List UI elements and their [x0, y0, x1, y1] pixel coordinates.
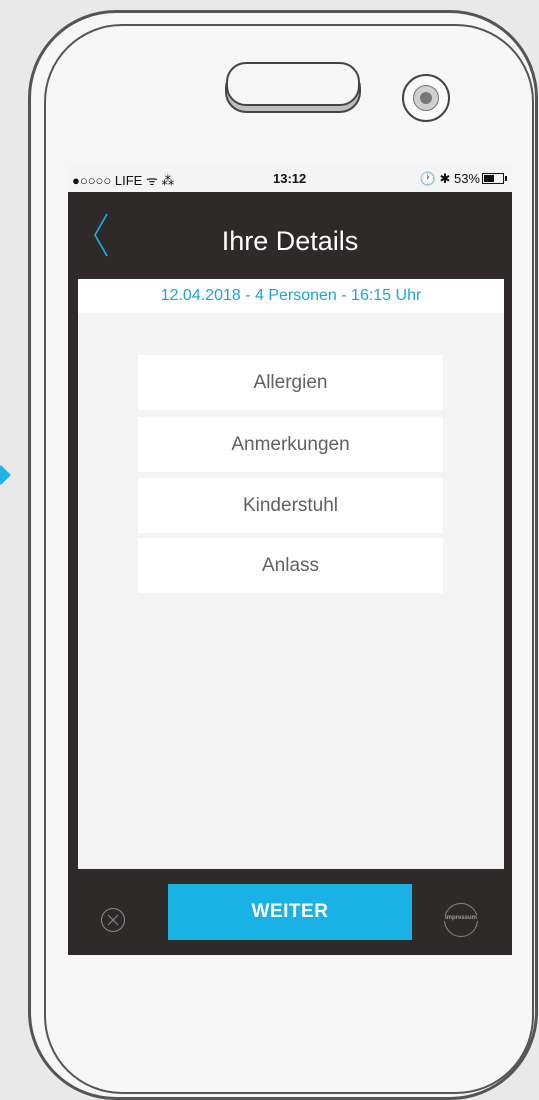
phone-speaker: [226, 62, 360, 106]
side-arrow-marker: [0, 465, 11, 485]
status-right: 🕐 ✱ 53%: [419, 171, 507, 187]
impressum-label: Impressum: [439, 915, 483, 921]
option-anmerkungen[interactable]: Anmerkungen: [138, 417, 443, 472]
weiter-button[interactable]: WEITER: [168, 884, 412, 940]
option-kinderstuhl[interactable]: Kinderstuhl: [138, 478, 443, 533]
app-footer: WEITER Impressum: [68, 869, 512, 955]
impressum-button[interactable]: Impressum: [439, 903, 483, 937]
battery-icon: [482, 173, 507, 184]
status-time: 13:12: [273, 171, 307, 186]
status-bar: ●○○○○ LIFE ᯤ ⁂ 13:12 🕐 ✱ 53%: [68, 165, 512, 192]
reservation-summary: 12.04.2018 - 4 Personen - 16:15 Uhr: [78, 279, 504, 313]
option-allergien[interactable]: Allergien: [138, 355, 443, 410]
camera-icon: [402, 74, 450, 122]
carrier-signal: ●○○○○ LIFE ᯤ ⁂: [72, 173, 175, 188]
page-title: Ihre Details: [221, 226, 359, 256]
app-screen: ●○○○○ LIFE ᯤ ⁂ 13:12 🕐 ✱ 53% Ihre Detail…: [68, 165, 512, 955]
app-header: Ihre Details: [68, 192, 512, 279]
option-anlass[interactable]: Anlass: [138, 538, 443, 593]
details-content: 12.04.2018 - 4 Personen - 16:15 Uhr Alle…: [78, 279, 504, 869]
close-icon[interactable]: [100, 907, 126, 933]
battery-percent: 🕐 ✱ 53%: [419, 171, 480, 186]
